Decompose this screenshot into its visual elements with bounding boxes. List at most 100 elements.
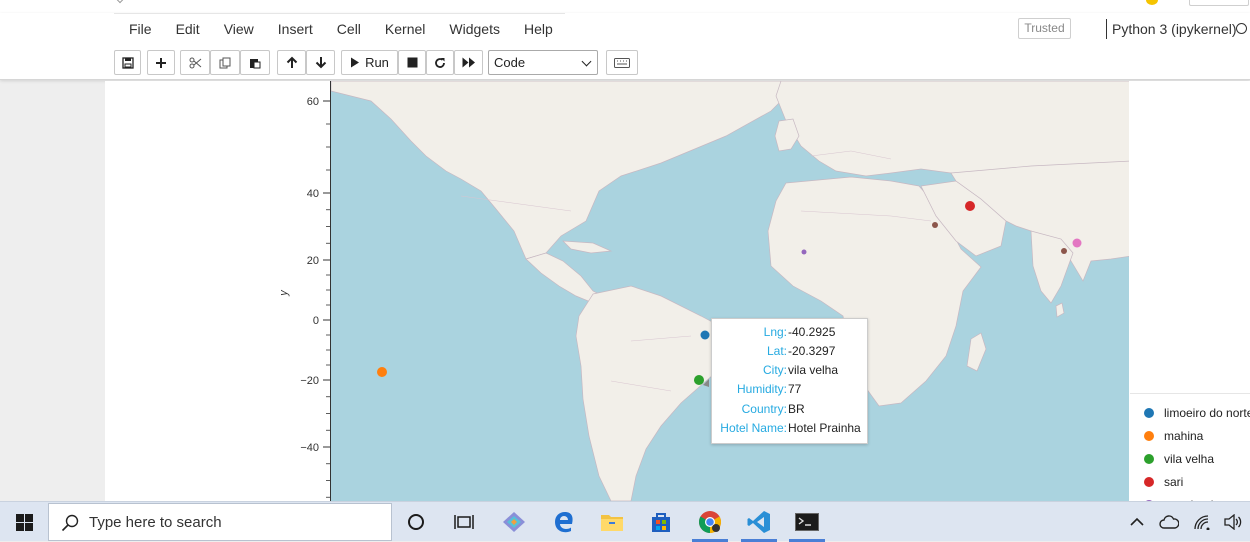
cut-button[interactable] [180,50,210,75]
copy-icon [219,57,231,68]
edge-icon [555,512,573,533]
run-button[interactable]: Run [341,50,398,75]
map-point[interactable] [965,201,975,211]
legend-swatch [1144,477,1154,487]
legend-item[interactable]: sari [1130,473,1250,491]
map-point[interactable] [801,249,807,255]
arrow-down-icon [315,57,326,69]
command-palette-button[interactable] [606,50,638,75]
scissors-icon [189,57,201,68]
taskbar-search-box[interactable]: Type here to search [48,503,392,541]
stop-icon [407,57,417,68]
y-tick-label: −40 [300,442,319,454]
onedrive-cloud-icon[interactable] [1159,515,1179,529]
y-tick-label: 0 [313,315,319,327]
move-up-button[interactable] [277,50,306,75]
tooltip-row: City: vila velha [763,363,839,377]
restart-icon [435,57,445,68]
menu-view[interactable]: View [212,14,266,44]
task-view-icon [454,515,474,529]
menu-cell[interactable]: Cell [325,14,373,44]
plot-legend: limoeiro do norte mahina vila velha sari… [1130,393,1250,501]
task-view-button[interactable] [440,502,488,542]
taskbar-app-vscode[interactable] [735,502,783,542]
legend-swatch [1144,408,1154,418]
menu-insert[interactable]: Insert [266,14,325,44]
legend-item[interactable]: vila velha [1130,450,1250,468]
hover-tooltip: Lng: -40.2925 Lat: -20.3297 City: vila velh… [711,318,868,444]
search-icon [61,514,79,532]
restart-button[interactable] [426,50,454,75]
menu-help[interactable]: Help [512,14,565,44]
paste-button[interactable] [240,50,270,75]
windows-taskbar: Type here to search [0,501,1250,542]
map-point[interactable] [377,367,387,377]
notebook-header: File Edit View Insert Cell Kernel Widget… [0,13,1250,80]
paste-icon [250,58,261,68]
window-top-strip [0,0,1250,13]
map-point[interactable] [932,222,938,228]
chevron-down-icon [581,56,592,67]
arrow-up-icon [286,56,297,68]
menu-edit[interactable]: Edit [164,14,212,44]
y-tick-label: −20 [300,375,319,387]
notification-icon[interactable] [1146,0,1158,5]
taskbar-app-explorer[interactable] [588,502,636,542]
menu-widgets[interactable]: Widgets [437,14,512,44]
taskbar-app-chrome[interactable] [686,502,734,542]
plus-icon [156,57,166,68]
map-point[interactable] [694,375,704,385]
search-placeholder: Type here to search [89,514,222,531]
map-point[interactable] [700,330,710,340]
copy-button[interactable] [210,50,240,75]
legend-swatch [1144,454,1154,464]
fast-forward-icon [462,57,475,68]
tooltip-row: Lat: -20.3297 [766,344,836,358]
top-right-button[interactable] [1189,0,1249,6]
cortana-button[interactable] [392,502,440,542]
save-icon [121,56,134,69]
menu-kernel[interactable]: Kernel [373,14,437,44]
map-point[interactable] [1061,248,1067,254]
map-point[interactable] [1072,238,1082,248]
legend-item[interactable]: limoeiro do norte [1130,404,1250,422]
interrupt-button[interactable] [398,50,426,75]
windows-logo-icon [15,513,33,531]
run-label: Run [365,55,389,70]
taskbar-app-store[interactable] [637,502,685,542]
menubar: File Edit View Insert Cell Kernel Widget… [114,13,565,43]
tooltip-row: Country: BR [741,402,805,416]
vscode-icon [747,511,770,533]
chevron-up-icon[interactable] [1130,517,1144,527]
folder-icon [601,515,623,531]
y-tick-label: 40 [307,188,319,200]
cortana-icon [408,514,424,530]
taskbar-app-git[interactable] [490,502,538,542]
network-icon[interactable] [1193,514,1211,530]
chevron-down-icon[interactable] [115,0,125,4]
cell-type-select[interactable]: Code [488,50,598,75]
menu-file[interactable]: File [114,14,164,44]
play-icon [351,57,360,68]
taskbar-app-edge[interactable] [540,502,588,542]
keyboard-icon [614,57,630,68]
trusted-indicator[interactable]: Trusted [1018,18,1071,39]
store-icon [652,513,670,532]
volume-icon[interactable] [1224,514,1242,530]
tooltip-row: Hotel Name: Hotel Prainha [720,421,861,435]
restart-run-all-button[interactable] [454,50,483,75]
save-button[interactable] [114,50,141,75]
y-axis: 60 40 20 0 −20 −40 [300,96,330,498]
start-button[interactable] [0,502,48,542]
taskbar-app-terminal[interactable] [783,502,831,542]
y-tick-label: 60 [307,96,319,108]
legend-item[interactable]: mahina [1130,427,1250,445]
move-down-button[interactable] [306,50,335,75]
kernel-name[interactable]: Python 3 (ipykernel) [1106,19,1237,39]
y-tick-label: 20 [307,255,319,267]
legend-swatch [1144,431,1154,441]
terminal-icon [795,513,819,531]
chrome-icon [699,511,721,533]
insert-cell-button[interactable] [147,50,175,75]
cell-type-value: Code [494,55,526,70]
